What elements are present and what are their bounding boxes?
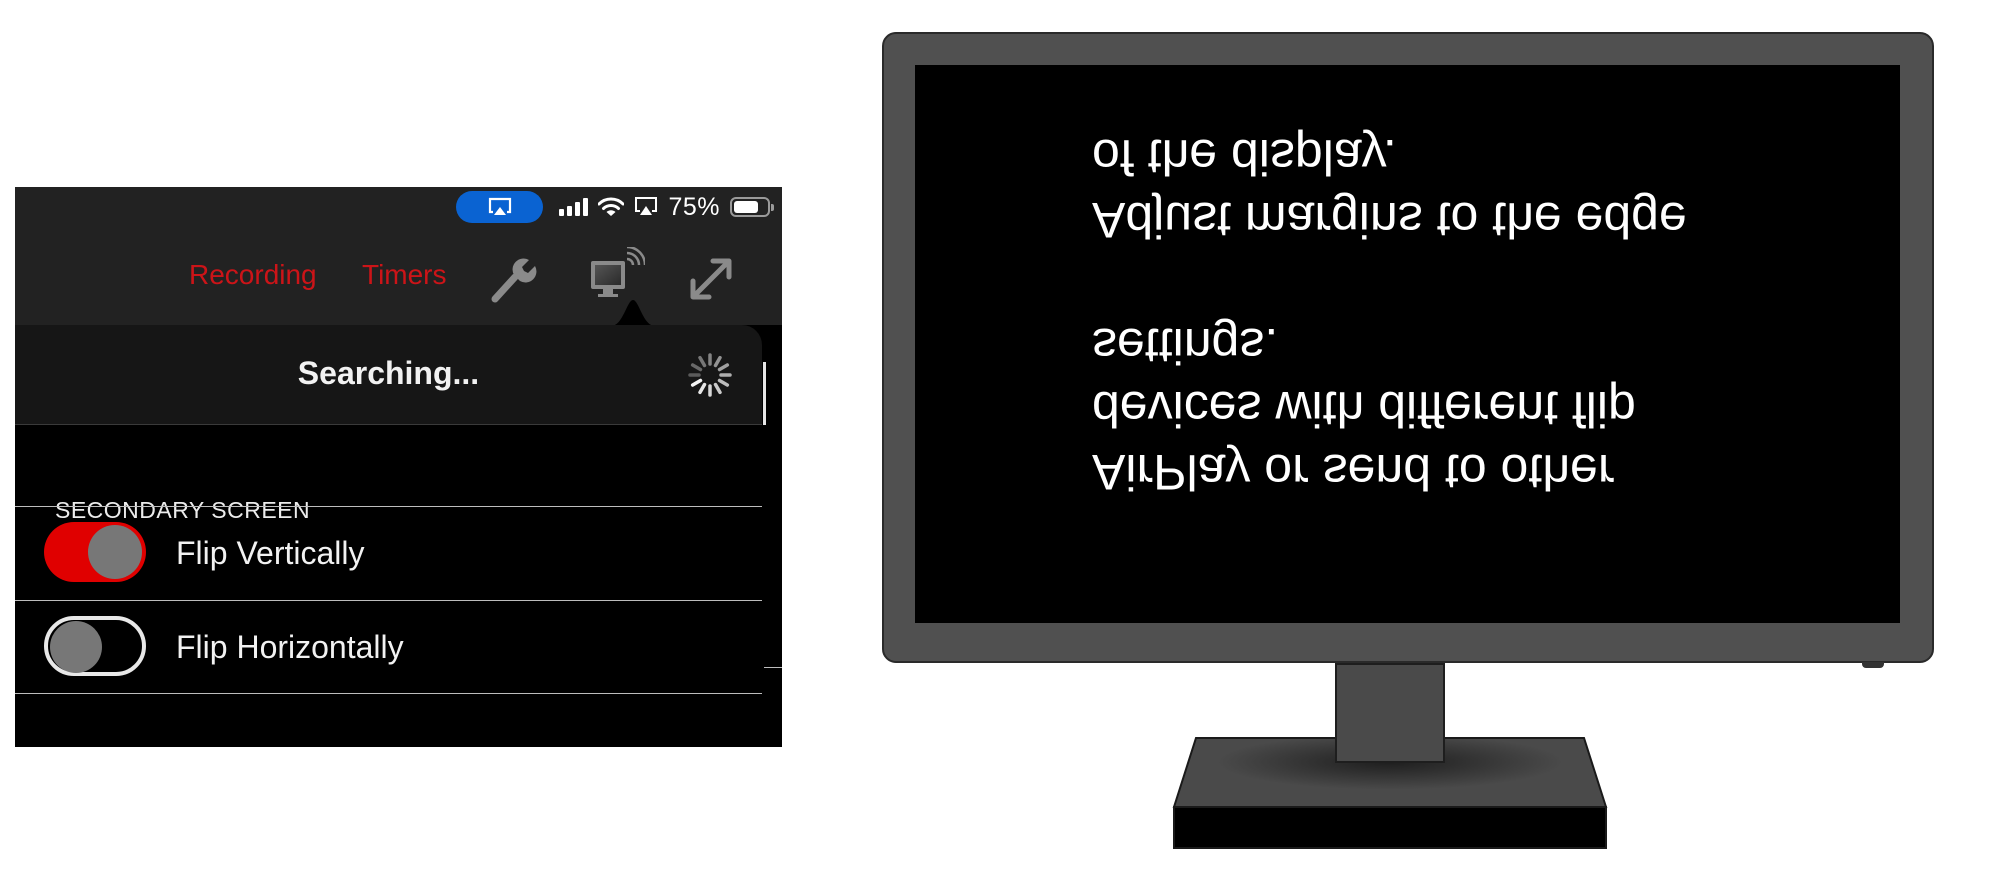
spinner-tick — [698, 355, 707, 368]
popover-header: Searching... — [15, 325, 762, 425]
popover-title: Searching... — [297, 355, 480, 391]
scroll-indicator[interactable] — [763, 362, 766, 425]
flip-vertically-label: Flip Vertically — [176, 535, 365, 571]
monitor-stand-neck — [1335, 663, 1445, 763]
divider — [15, 600, 762, 601]
spinner-tick — [690, 378, 703, 387]
display-line: settings. — [1092, 318, 1279, 374]
display-popover: Searching... SECONDARY SCREEN Flip Verti… — [15, 325, 762, 745]
wrench-icon[interactable] — [489, 255, 537, 303]
popover-arrow — [611, 300, 655, 326]
timers-link[interactable]: Timers — [362, 259, 447, 291]
external-display-icon[interactable] — [589, 247, 645, 303]
background-divider — [764, 667, 782, 668]
battery-percent: 75% — [668, 192, 720, 221]
spinner-tick — [717, 378, 730, 387]
battery-icon — [730, 197, 774, 217]
recording-link[interactable]: Recording — [189, 259, 317, 291]
divider — [15, 506, 762, 507]
airplay-icon — [635, 197, 658, 215]
spinner-tick — [698, 382, 707, 395]
top-bar: 75% Recording Timers — [15, 187, 782, 325]
cellular-signal-icon — [559, 198, 589, 216]
monitor-screen: AirPlay or send to other devices with di… — [915, 65, 1900, 623]
monitor-power-button — [1862, 662, 1884, 668]
divider — [15, 693, 762, 694]
expand-icon[interactable] — [687, 255, 735, 303]
status-bar: 75% — [456, 191, 774, 223]
flip-horizontally-toggle[interactable] — [44, 616, 146, 676]
screen-mirroring-indicator[interactable] — [456, 191, 544, 223]
flip-vertically-toggle[interactable] — [44, 522, 146, 582]
screen-mirroring-icon — [488, 197, 512, 215]
loading-spinner-icon — [688, 353, 732, 397]
wifi-icon — [598, 197, 625, 216]
display-line: Adjust margins to the edge — [1092, 192, 1687, 248]
display-line: of the display. — [1092, 129, 1397, 185]
spinner-tick — [713, 355, 722, 368]
display-line — [1092, 251, 1687, 314]
flipped-display-text: AirPlay or send to other devices with di… — [1092, 125, 1687, 503]
display-line: devices with different flip — [1092, 381, 1636, 437]
spinner-tick — [713, 382, 722, 395]
spinner-tick — [690, 363, 703, 372]
section-header: SECONDARY SCREEN — [55, 497, 311, 523]
spinner-tick — [717, 363, 730, 372]
display-line: AirPlay or send to other — [1092, 444, 1615, 500]
phone-screen: 75% Recording Timers Searching... SECOND… — [15, 187, 782, 747]
toggle-knob — [50, 621, 102, 673]
flip-horizontally-label: Flip Horizontally — [176, 629, 404, 665]
toggle-knob — [88, 525, 142, 579]
